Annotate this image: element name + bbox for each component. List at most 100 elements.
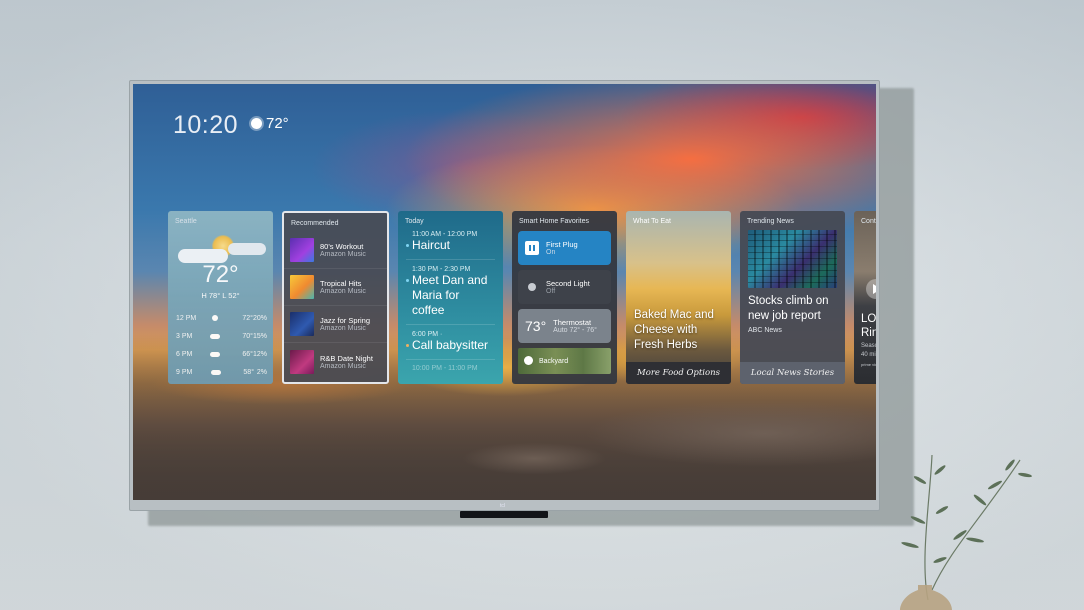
playlist-art	[290, 238, 314, 262]
weather-card[interactable]: Seattle 72° H 78° L 52° 12 PM 72° 20% 3 …	[168, 211, 273, 384]
what-to-eat-card[interactable]: What To Eat Baked Mac and Cheese with Fr…	[626, 211, 731, 384]
forecast-temp: 70°	[242, 332, 253, 340]
device-tile-thermostat[interactable]: 73° Thermostat Auto 72° - 76°	[518, 309, 611, 343]
trending-news-card[interactable]: Trending News Stocks climb on new job re…	[740, 211, 845, 384]
show-title-line: Ring	[861, 327, 876, 339]
cloud-icon	[210, 333, 221, 339]
forecast-time: 3 PM	[176, 332, 193, 340]
thermostat-temp: 73°	[525, 318, 547, 334]
device-state: On	[546, 249, 556, 256]
prime-video-logo: prime video	[861, 362, 876, 367]
show-duration: 40 min	[861, 352, 876, 358]
show-title: LOT Ring	[861, 312, 876, 340]
forecast-precip: 2%	[256, 368, 267, 376]
device-state: Auto 72° - 76°	[553, 327, 597, 334]
tv-soundbar	[460, 511, 548, 518]
event-title: Call babysitter	[406, 338, 495, 353]
recommended-card[interactable]: Recommended 80's Workout Amazon Music Tr…	[282, 211, 389, 384]
camera-name: Backyard	[539, 357, 569, 365]
weather-city: Seattle	[175, 218, 197, 225]
forecast-time: 9 PM	[176, 368, 193, 376]
today-title: Today	[405, 218, 424, 225]
playlist-source: Amazon Music	[320, 288, 366, 295]
playlist-source: Amazon Music	[320, 325, 366, 332]
divider	[406, 259, 495, 260]
forecast-temp: 66°	[242, 350, 253, 358]
current-temp: 72°	[266, 115, 289, 132]
tv-frame: 10:20 72° Seattle 72° H 78° L 52° 12 PM …	[129, 80, 880, 511]
playlist-source: Amazon Music	[320, 362, 366, 370]
bulb-icon	[528, 283, 536, 291]
forecast-time: 6 PM	[176, 350, 193, 358]
playlist-name: 80's Workout	[320, 242, 364, 251]
playlist-item[interactable]: R&B Date Night Amazon Music	[284, 343, 387, 380]
divider	[406, 324, 495, 325]
weather-temp: 72°	[202, 261, 239, 288]
playlist-item[interactable]: Tropical Hits Amazon Music	[284, 269, 387, 306]
today-card[interactable]: Today 11:00 AM - 12:00 PM Haircut 1:30 P…	[398, 211, 503, 384]
camera-icon	[524, 355, 533, 367]
forecast-time: 12 PM	[176, 314, 197, 322]
tv-brand-logo: tcl	[500, 503, 505, 509]
plant-in-vase	[900, 454, 1032, 610]
clock: 10:20	[173, 111, 239, 139]
continue-card-title: Contin	[861, 218, 876, 225]
show-title-line: LOT	[861, 313, 876, 325]
event-title: Haircut	[406, 238, 495, 253]
sun-icon	[251, 118, 262, 129]
playlist-source: Amazon Music	[320, 251, 366, 258]
sun-icon	[212, 315, 219, 321]
playlist-art	[290, 349, 314, 374]
event-title: Meet Dan and Maria for coffee	[406, 273, 495, 318]
device-name: First Plug	[546, 240, 578, 249]
forecast-temp: 72°	[242, 314, 253, 322]
device-tile-second-light[interactable]: Second Light Off	[518, 270, 611, 304]
food-card-title: What To Eat	[633, 218, 672, 225]
show-meta: Seaso 40 min prime video	[861, 342, 876, 369]
news-headline: Stocks climb on new job report	[748, 295, 829, 322]
recommended-title: Recommended	[291, 220, 339, 227]
playlist-name: Jazz for Spring	[320, 316, 371, 325]
forecast-row: 6 PM 66° 12%	[176, 345, 267, 363]
cloud-icon	[211, 369, 221, 375]
smart-home-title: Smart Home Favorites	[519, 218, 590, 225]
event-item[interactable]: 6:00 PM · Call babysitter	[398, 331, 503, 353]
tv-screen: 10:20 72° Seattle 72° H 78° L 52° 12 PM …	[133, 84, 876, 500]
local-news-stories-link[interactable]: Local News Stories	[740, 362, 845, 384]
forecast-row: 12 PM 72° 20%	[176, 309, 267, 327]
recipe-title: Baked Mac and Cheese with Fresh Herbs	[634, 309, 714, 351]
cloud-icon	[210, 351, 221, 357]
forecast-row: 9 PM 58° 2%	[176, 363, 267, 381]
device-name: Thermostat	[553, 318, 592, 327]
playlist-name: Tropical Hits	[320, 279, 362, 288]
forecast-precip: 15%	[252, 332, 267, 340]
news-card-title: Trending News	[747, 218, 794, 225]
event-item[interactable]: 11:00 AM - 12:00 PM Haircut	[398, 231, 503, 253]
event-time: 1:30 PM - 2:30 PM	[412, 266, 471, 273]
divider	[406, 359, 495, 360]
weather-hilo: H 78° L 52°	[201, 291, 240, 300]
playlist-name: R&B Date Night	[320, 353, 373, 363]
plug-icon	[525, 241, 539, 255]
forecast-row: 3 PM 70° 15%	[176, 327, 267, 345]
playlist-art	[290, 312, 314, 336]
event-item[interactable]: 1:30 PM - 2:30 PM Meet Dan and Maria for…	[398, 266, 503, 318]
widget-row: Seattle 72° H 78° L 52° 12 PM 72° 20% 3 …	[168, 211, 876, 386]
news-source: ABC News	[748, 327, 782, 334]
playlist-item[interactable]: 80's Workout Amazon Music	[284, 232, 387, 269]
news-image	[748, 230, 837, 288]
current-weather: 72°	[251, 115, 289, 132]
forecast-precip: 12%	[252, 350, 267, 358]
continue-watching-card[interactable]: Contin LOT Ring Seaso 40 min prime video	[854, 211, 876, 384]
play-icon[interactable]	[866, 279, 876, 299]
device-state: Off	[546, 288, 556, 295]
device-name: Second Light	[546, 279, 590, 288]
camera-tile-backyard[interactable]: Backyard	[518, 348, 611, 374]
device-tile-first-plug[interactable]: First Plug On	[518, 231, 611, 265]
event-time: 11:00 AM - 12:00 PM	[412, 231, 478, 238]
forecast-precip: 20%	[252, 314, 267, 322]
playlist-item[interactable]: Jazz for Spring Amazon Music	[284, 306, 387, 343]
smart-home-card[interactable]: Smart Home Favorites First Plug On Secon…	[512, 211, 617, 384]
event-time: 6:00 PM ·	[412, 331, 443, 338]
more-food-options-link[interactable]: More Food Options	[626, 362, 731, 384]
